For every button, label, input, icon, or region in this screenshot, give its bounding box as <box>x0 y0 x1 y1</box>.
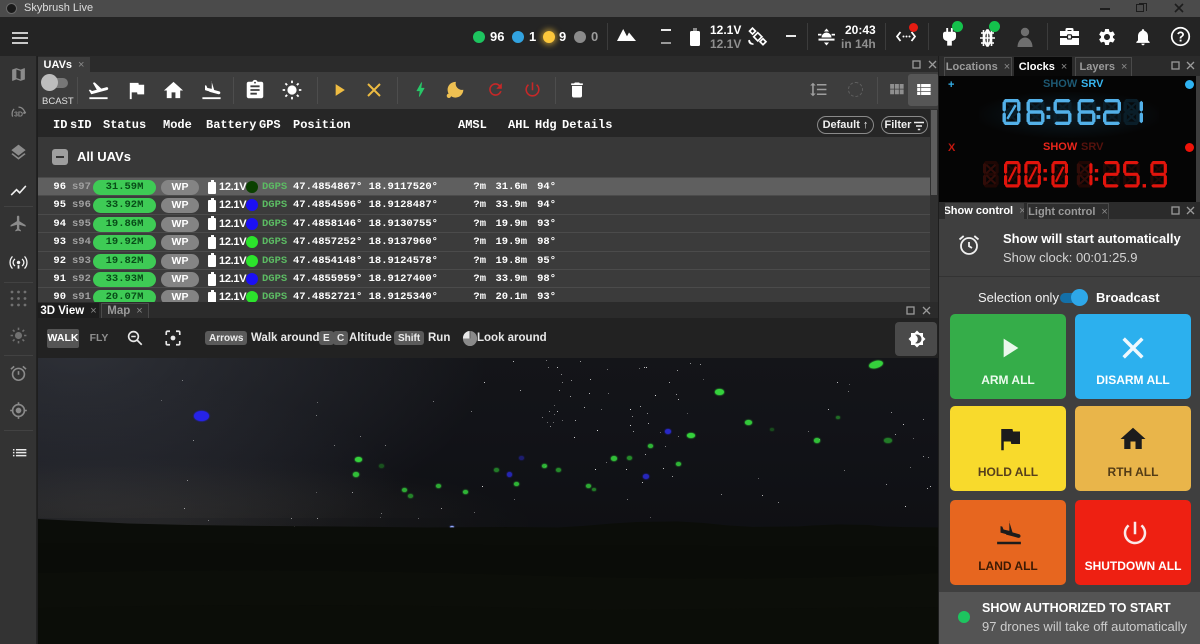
svg-text:3D: 3D <box>14 110 23 118</box>
